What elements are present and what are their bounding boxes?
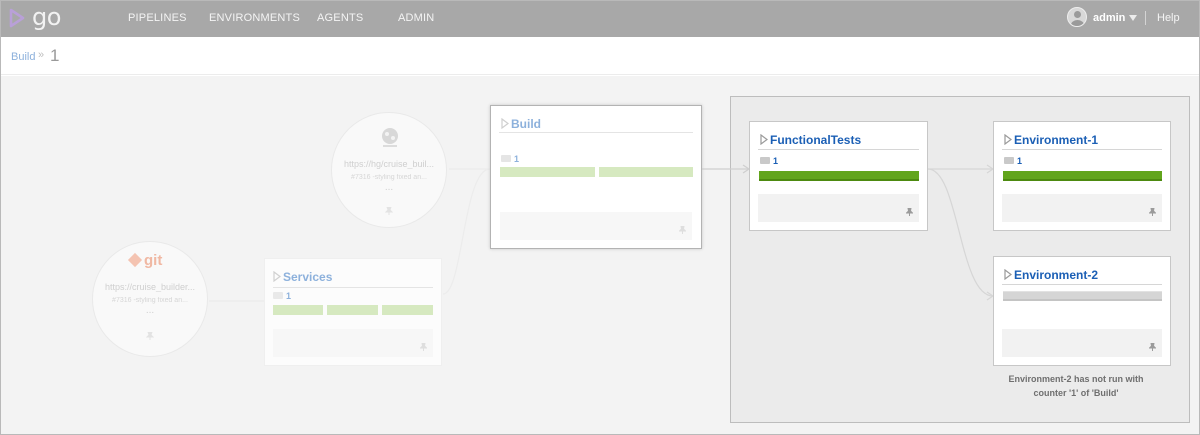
stage-bar-passed[interactable] bbox=[599, 167, 693, 177]
pipeline-title[interactable]: Build bbox=[501, 117, 541, 131]
pipeline-icon bbox=[501, 118, 509, 129]
pipeline-title[interactable]: Environment-2 bbox=[1004, 268, 1098, 282]
material-more: ... bbox=[145, 305, 155, 316]
stage-bar-passed[interactable] bbox=[1003, 171, 1162, 181]
header-divider bbox=[1145, 11, 1146, 25]
pin-icon[interactable] bbox=[1149, 343, 1156, 351]
chevron-down-icon bbox=[1129, 15, 1137, 21]
stage-bar-passed[interactable] bbox=[273, 305, 323, 315]
counter-value: 1 bbox=[286, 291, 292, 301]
breadcrumb: Build » 1 bbox=[1, 37, 1199, 75]
pipeline-card-functional-tests[interactable]: FunctionalTests 1 bbox=[749, 121, 928, 231]
pipeline-name: Services bbox=[283, 270, 333, 284]
pipeline-counter[interactable]: 1 bbox=[501, 154, 519, 164]
mercurial-icon bbox=[382, 128, 398, 147]
material-more: ... bbox=[384, 182, 394, 193]
pin-icon bbox=[146, 332, 154, 340]
user-name: admin bbox=[1093, 12, 1126, 24]
pipeline-name: FunctionalTests bbox=[770, 133, 862, 147]
label-tag-icon bbox=[1004, 157, 1014, 164]
material-description: #7316 -styling fixed an... bbox=[112, 297, 188, 304]
go-logo[interactable]: go bbox=[8, 3, 70, 32]
pipeline-name: Build bbox=[511, 117, 541, 131]
counter-value: 1 bbox=[773, 156, 779, 166]
value-stream-map: https://hg/cruise_buil... #7316 -styling… bbox=[1, 76, 1199, 434]
counter-value: 1 bbox=[1017, 156, 1023, 166]
card-divider bbox=[273, 287, 433, 288]
pipeline-name: Environment-1 bbox=[1014, 133, 1099, 147]
pin-icon[interactable] bbox=[679, 226, 686, 234]
play-logo-icon bbox=[9, 8, 25, 28]
pipeline-card-environment-1[interactable]: Environment-1 1 bbox=[993, 121, 1171, 231]
breadcrumb-pipeline-link[interactable]: Build bbox=[11, 51, 35, 63]
material-description: #7316 -styling fixed an... bbox=[351, 174, 427, 181]
environment-not-run-message: Environment-2 has not run with counter '… bbox=[1008, 374, 1144, 398]
pipeline-icon bbox=[760, 134, 768, 145]
material-hg[interactable]: https://hg/cruise_buil... #7316 -styling… bbox=[331, 112, 447, 228]
pin-icon[interactable] bbox=[906, 208, 913, 216]
pipeline-title[interactable]: Services bbox=[273, 270, 332, 284]
pipeline-counter[interactable]: 1 bbox=[1004, 156, 1022, 166]
pipeline-card-environment-2[interactable]: Environment-2 bbox=[993, 256, 1171, 366]
pipeline-counter[interactable]: 1 bbox=[273, 291, 291, 301]
card-footer bbox=[500, 212, 692, 240]
card-footer bbox=[273, 329, 433, 357]
pipeline-icon bbox=[1004, 134, 1012, 145]
help-link[interactable]: Help bbox=[1157, 12, 1180, 24]
counter-value: 1 bbox=[514, 154, 520, 164]
nav-agents[interactable]: AGENTS bbox=[317, 12, 363, 24]
pipeline-card-services[interactable]: Services 1 bbox=[264, 258, 442, 366]
logo-text: go bbox=[32, 3, 61, 31]
stage-bar-passed[interactable] bbox=[759, 171, 919, 181]
breadcrumb-separator: » bbox=[38, 49, 45, 61]
pipeline-icon bbox=[1004, 269, 1012, 280]
pipeline-title[interactable]: FunctionalTests bbox=[760, 133, 861, 147]
card-divider bbox=[1002, 284, 1162, 285]
material-url: https://cruise_builder... bbox=[104, 282, 196, 292]
nav-pipelines[interactable]: PIPELINES bbox=[128, 12, 187, 24]
pipeline-card-build[interactable]: Build 1 bbox=[490, 105, 702, 249]
material-url: https://hg/cruise_buil... bbox=[343, 159, 435, 169]
pipeline-title[interactable]: Environment-1 bbox=[1004, 133, 1098, 147]
git-label: git bbox=[144, 252, 163, 269]
card-divider bbox=[1002, 149, 1162, 150]
breadcrumb-counter: 1 bbox=[50, 46, 60, 65]
stage-bar-not-run[interactable] bbox=[1003, 291, 1162, 301]
top-header: go PIPELINES ENVIRONMENTS AGENTS ADMIN a… bbox=[1, 1, 1199, 37]
card-footer bbox=[1002, 194, 1162, 222]
material-git[interactable]: git https://cruise_builder... #7316 -sty… bbox=[92, 241, 208, 357]
card-divider bbox=[758, 149, 919, 150]
avatar-icon bbox=[1067, 7, 1087, 27]
pipeline-name: Environment-2 bbox=[1014, 268, 1099, 282]
label-tag-icon bbox=[501, 155, 511, 162]
pin-icon[interactable] bbox=[1149, 208, 1156, 216]
nav-environments[interactable]: ENVIRONMENTS bbox=[209, 12, 300, 24]
label-tag-icon bbox=[273, 292, 283, 299]
pipeline-icon bbox=[273, 271, 281, 282]
card-footer bbox=[758, 194, 919, 222]
label-tag-icon bbox=[760, 157, 770, 164]
nav-admin[interactable]: ADMIN bbox=[398, 12, 434, 24]
card-footer bbox=[1002, 329, 1162, 357]
card-divider bbox=[499, 132, 693, 133]
stage-bar-passed[interactable] bbox=[382, 305, 433, 315]
git-logo-icon: git bbox=[127, 252, 163, 269]
pin-icon[interactable] bbox=[420, 343, 427, 351]
pin-icon bbox=[385, 207, 393, 215]
pipeline-counter[interactable]: 1 bbox=[760, 156, 778, 166]
stage-bar-passed[interactable] bbox=[500, 167, 595, 177]
stage-bar-passed[interactable] bbox=[327, 305, 378, 315]
